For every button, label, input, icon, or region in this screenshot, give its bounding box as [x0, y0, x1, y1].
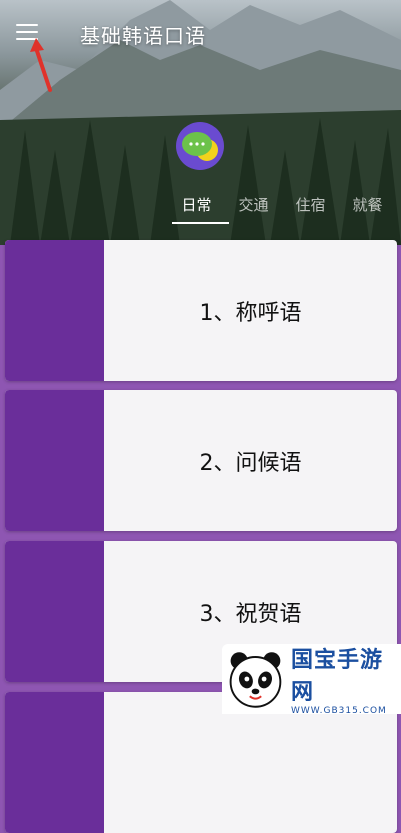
category-tabs: 日常 交通 住宿 就餐	[168, 190, 396, 234]
panda-mascot-icon	[229, 652, 282, 708]
list-item[interactable]: 1、称呼语	[5, 240, 397, 381]
card-accent	[5, 390, 104, 531]
tab-dining[interactable]: 就餐	[339, 190, 396, 234]
card-label: 2、问候语	[199, 450, 302, 476]
chat-bubble-icon	[176, 122, 224, 170]
watermark-url: WWW.GB315.COM	[290, 706, 387, 716]
watermark-brand: 国宝手游网	[290, 648, 383, 705]
hamburger-menu-icon	[16, 24, 38, 26]
tab-lodging[interactable]: 住宿	[282, 190, 339, 234]
card-accent	[5, 240, 104, 381]
card-accent	[5, 541, 104, 682]
list-item[interactable]: 2、问候语	[5, 390, 397, 531]
card-accent	[5, 692, 104, 833]
tab-transport[interactable]: 交通	[225, 190, 282, 234]
card-label: 1、称呼语	[199, 300, 302, 326]
watermark-logo: 国宝手游网 WWW.GB315.COM	[222, 644, 401, 716]
app-title: 基础韩语口语	[80, 24, 206, 48]
red-arrow-annotation	[30, 38, 52, 92]
tab-daily[interactable]: 日常	[168, 190, 229, 234]
